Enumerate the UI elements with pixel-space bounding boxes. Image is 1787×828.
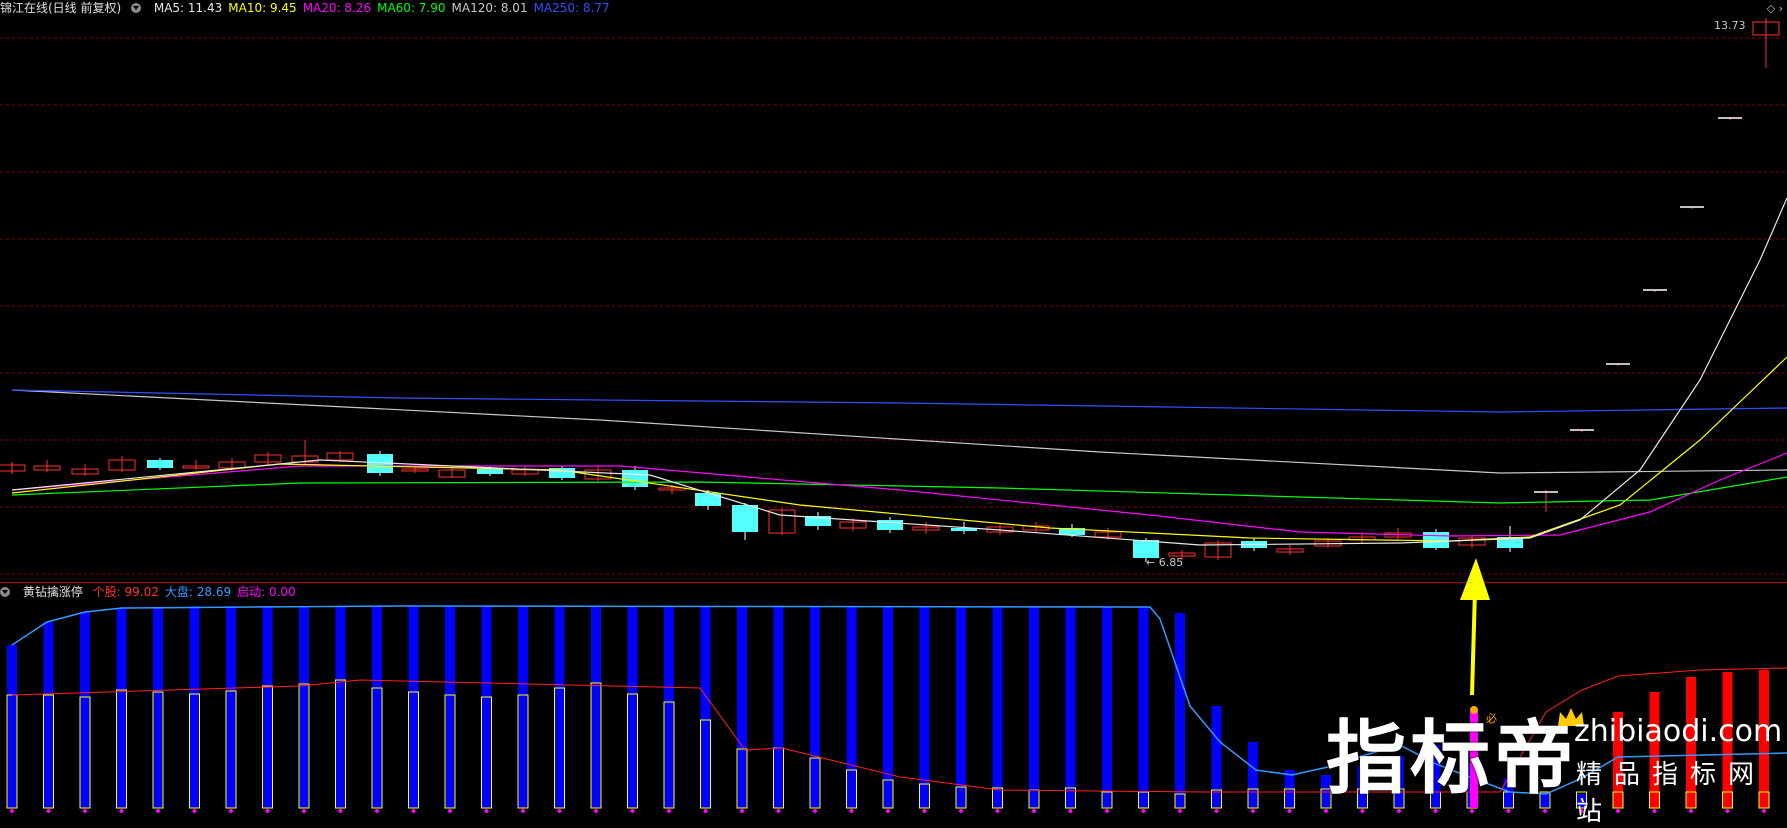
indicator-blue-bar bbox=[372, 606, 382, 808]
indicator-dot bbox=[10, 809, 14, 813]
indicator-dot bbox=[411, 809, 416, 813]
indicator-dot bbox=[776, 809, 781, 813]
indicator-blue-bar bbox=[481, 606, 492, 808]
indicator-blue-bar bbox=[116, 608, 127, 808]
indicator-blue-bar bbox=[262, 606, 273, 808]
candle-bear bbox=[477, 469, 503, 474]
indicator-blue-bar bbox=[919, 607, 930, 808]
high-price-label: 13.73 bbox=[1714, 19, 1746, 32]
watermark: 指标帝 zhibiaodi.com 精品指标网站 bbox=[1326, 700, 1786, 827]
indicator-dot bbox=[630, 809, 635, 813]
low-price-label: ← 6.85 bbox=[1146, 556, 1184, 569]
indicator-dot bbox=[521, 809, 525, 813]
indicator-dot bbox=[667, 809, 671, 813]
indicator-blue-bar bbox=[846, 607, 857, 808]
indicator-blue-bar bbox=[700, 607, 711, 808]
price-chart[interactable] bbox=[0, 0, 1787, 582]
indicator-blue-bar bbox=[1138, 607, 1149, 808]
indicator-blue-bar bbox=[1102, 607, 1112, 808]
indicator-dot bbox=[1141, 809, 1146, 813]
indicator-dot bbox=[995, 809, 1000, 813]
indicator-dot bbox=[1178, 809, 1182, 813]
indicator-dot bbox=[1032, 809, 1036, 813]
indicator-dot bbox=[192, 809, 197, 813]
indicator-blue-bar bbox=[299, 606, 309, 808]
watermark-url: zhibiaodi.com bbox=[1574, 714, 1783, 749]
ma250-line bbox=[11, 389, 1787, 413]
indicator-blue-bar bbox=[518, 606, 528, 808]
indicator-dot bbox=[813, 809, 817, 813]
indicator-dot bbox=[703, 809, 708, 813]
indicator-dot bbox=[849, 809, 854, 813]
indicator-dot bbox=[229, 809, 233, 813]
indicator-dot bbox=[557, 809, 562, 813]
indicator-dot bbox=[375, 809, 379, 813]
indicator-blue-bar bbox=[737, 607, 747, 808]
indicator-blue-bar bbox=[992, 607, 1003, 808]
indicator-dot bbox=[46, 809, 51, 813]
indicator-dot bbox=[83, 809, 87, 813]
indicator-dot bbox=[959, 809, 963, 813]
indicator-blue-bar bbox=[664, 607, 674, 808]
indicator-dot bbox=[448, 809, 452, 813]
indicator-blue-bar bbox=[627, 607, 638, 808]
indicator-dot bbox=[886, 809, 890, 813]
watermark-subtitle: 精品指标网站 bbox=[1576, 760, 1767, 827]
indicator-dot bbox=[156, 809, 160, 813]
indicator-dot bbox=[1214, 809, 1219, 813]
indicator-dot bbox=[484, 809, 489, 813]
candle-bear bbox=[732, 505, 758, 532]
indicator-blue-bar bbox=[810, 607, 820, 808]
indicator-dot bbox=[1068, 809, 1073, 813]
indicator-blue-bar bbox=[1029, 607, 1039, 808]
indicator-dot bbox=[1251, 809, 1255, 813]
indicator-blue-bar bbox=[1211, 706, 1222, 808]
indicator-dot bbox=[265, 809, 270, 813]
indicator-blue-bar bbox=[7, 645, 17, 808]
indicator-blue-bar bbox=[335, 606, 346, 808]
indicator-dot bbox=[594, 809, 598, 813]
indicator-dot bbox=[119, 809, 124, 813]
indicator-dot bbox=[1105, 809, 1109, 813]
watermark-brand: 指标帝 bbox=[1326, 712, 1578, 805]
indicator-dot bbox=[1287, 809, 1292, 813]
indicator-blue-bar bbox=[189, 606, 200, 808]
indicator-blue-bar bbox=[153, 607, 163, 808]
indicator-blue-bar bbox=[554, 607, 565, 808]
indicator-blue-bar bbox=[80, 612, 90, 808]
indicator-blue-bar bbox=[1175, 613, 1185, 808]
indicator-blue-bar bbox=[445, 606, 455, 808]
ma5-line bbox=[11, 197, 1787, 546]
indicator-blue-bar bbox=[956, 607, 966, 808]
indicator-dot bbox=[922, 809, 927, 813]
indicator-blue-bar bbox=[883, 607, 893, 808]
indicator-blue-bar bbox=[1065, 607, 1076, 808]
indicator-blue-bar bbox=[226, 606, 236, 808]
indicator-blue-bar bbox=[773, 607, 784, 808]
candle-bear bbox=[695, 493, 721, 506]
indicator-blue-bar bbox=[1248, 742, 1258, 808]
candle-bear bbox=[622, 470, 648, 487]
indicator-blue-bar bbox=[591, 607, 601, 808]
candle-bear bbox=[1423, 532, 1449, 548]
indicator-blue-bar bbox=[408, 606, 419, 808]
candle-bear bbox=[147, 460, 173, 468]
ma10-line bbox=[11, 356, 1787, 542]
indicator-blue-bar bbox=[43, 622, 54, 808]
indicator-dot bbox=[740, 809, 744, 813]
indicator-dot bbox=[302, 809, 306, 813]
indicator-dot bbox=[338, 809, 343, 813]
